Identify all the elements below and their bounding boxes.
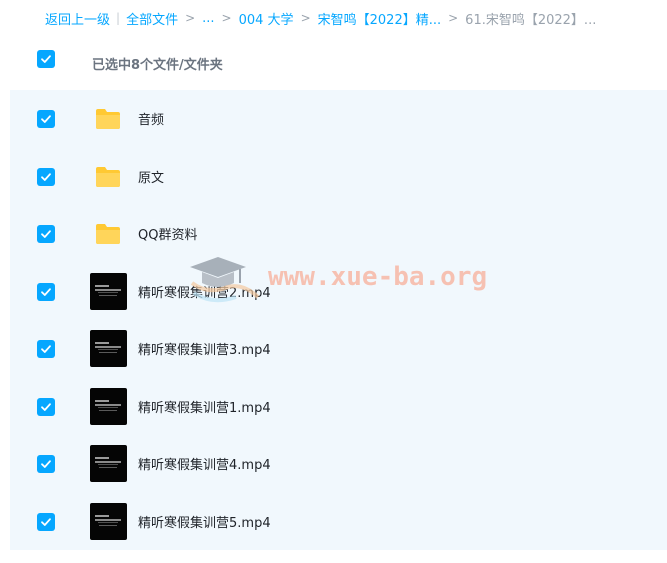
- chevron-right-icon: >: [221, 11, 232, 25]
- row-checkbox[interactable]: [37, 340, 55, 358]
- file-name[interactable]: 音频: [138, 109, 164, 128]
- file-row[interactable]: QQ群资料: [10, 205, 667, 262]
- file-name[interactable]: 精听寒假集训营4.mp4: [138, 454, 271, 473]
- video-thumbnail: [90, 445, 127, 482]
- file-name[interactable]: 精听寒假集训营1.mp4: [138, 397, 271, 416]
- row-checkbox[interactable]: [37, 110, 55, 128]
- file-row[interactable]: 精听寒假集训营1.mp4: [10, 378, 667, 435]
- selected-count: 已选中8个文件/文件夹: [92, 58, 223, 73]
- file-row[interactable]: 精听寒假集训营3.mp4: [10, 320, 667, 377]
- video-thumbnail: [90, 272, 127, 310]
- folder-icon: [95, 223, 121, 245]
- breadcrumb-ellipsis[interactable]: ...: [202, 11, 214, 26]
- file-row[interactable]: 精听寒假集训营4.mp4: [10, 435, 667, 492]
- checkmark-icon: [41, 115, 51, 123]
- video-thumbnail: [90, 387, 127, 425]
- checkmark-icon: [41, 55, 51, 63]
- breadcrumb-folder-2[interactable]: 宋智鸣【2022】精...: [318, 9, 441, 28]
- checkmark-icon: [41, 345, 51, 353]
- all-files-link[interactable]: 全部文件: [126, 9, 178, 28]
- file-name[interactable]: 精听寒假集训营5.mp4: [138, 512, 271, 531]
- breadcrumb-folder-1[interactable]: 004 大学: [239, 9, 294, 28]
- chevron-right-icon: >: [185, 11, 196, 25]
- back-link[interactable]: 返回上一级: [45, 9, 110, 28]
- file-row[interactable]: 音频: [10, 90, 667, 147]
- checkmark-icon: [41, 402, 51, 411]
- breadcrumb-current: 61.宋智鸣【2022】...: [465, 12, 597, 28]
- file-name[interactable]: QQ群资料: [138, 224, 197, 243]
- file-name[interactable]: 精听寒假集训营2.mp4: [138, 282, 271, 301]
- row-checkbox[interactable]: [37, 455, 55, 473]
- file-row[interactable]: 原文: [10, 148, 667, 205]
- row-checkbox[interactable]: [37, 397, 55, 416]
- checkmark-icon: [41, 230, 51, 238]
- file-name[interactable]: 原文: [138, 167, 164, 186]
- row-checkbox[interactable]: [37, 225, 55, 243]
- list-header: 已选中8个文件/文件夹: [0, 44, 667, 78]
- row-checkbox[interactable]: [37, 167, 55, 186]
- checkmark-icon: [41, 460, 51, 468]
- video-thumbnail: [90, 502, 127, 540]
- row-checkbox[interactable]: [37, 512, 55, 531]
- chevron-right-icon: >: [300, 11, 311, 25]
- chevron-right-icon: >: [448, 11, 459, 25]
- file-name[interactable]: 精听寒假集训营3.mp4: [138, 339, 271, 358]
- folder-icon: [95, 108, 121, 130]
- checkmark-icon: [41, 287, 51, 296]
- video-thumbnail: [90, 330, 127, 367]
- breadcrumb-divider: |: [116, 11, 121, 25]
- checkmark-icon: [41, 517, 51, 526]
- folder-icon: [95, 166, 121, 188]
- breadcrumb: 返回上一级 | 全部文件 > ... > 004 大学 > 宋智鸣【2022】精…: [45, 9, 597, 28]
- file-row[interactable]: 精听寒假集训营2.mp4: [10, 263, 667, 320]
- checkmark-icon: [41, 172, 51, 181]
- row-checkbox[interactable]: [37, 282, 55, 301]
- select-all-checkbox[interactable]: [37, 50, 55, 68]
- file-row[interactable]: 精听寒假集训营5.mp4: [10, 493, 667, 550]
